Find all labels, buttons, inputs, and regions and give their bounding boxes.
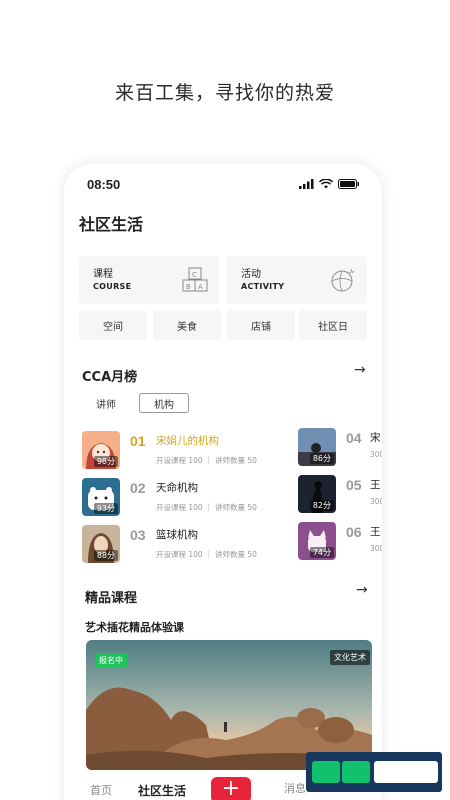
- score-badge: 88分: [93, 550, 118, 561]
- avatar: 88分: [82, 525, 120, 563]
- rank-row[interactable]: 82分 05 王 300: [298, 475, 382, 513]
- phone-frame: 08:50 社区生活 课程 COURSE C B A 活动 ACTIVITY 空…: [64, 164, 382, 800]
- monthly-more-arrow-icon[interactable]: →: [354, 362, 366, 378]
- institution-meta: 300: [370, 497, 382, 506]
- rank-number: 06: [346, 524, 362, 540]
- rank-number: 02: [130, 480, 146, 496]
- rank-number: 05: [346, 477, 362, 493]
- space-card[interactable]: 空间: [79, 310, 147, 340]
- rank-row[interactable]: 88分 03 篮球机构 开设课程 100 ｜ 讲师数量 50: [82, 525, 282, 563]
- institution-name: 天命机构: [156, 482, 198, 494]
- wifi-icon: [319, 179, 333, 189]
- tab-home[interactable]: 首页: [90, 782, 112, 798]
- avatar: 82分: [298, 475, 336, 513]
- score-badge: 74分: [309, 547, 334, 558]
- activity-card-label: 活动: [241, 269, 261, 280]
- activity-card-en: ACTIVITY: [241, 282, 285, 291]
- score-badge: 86分: [309, 453, 334, 464]
- tab-lecturer[interactable]: 讲师: [82, 393, 130, 413]
- rank-number: 03: [130, 527, 146, 543]
- tagline: 来百工集，寻找你的热爱: [114, 82, 335, 104]
- institution-name: 篮球机构: [156, 529, 198, 541]
- activity-card[interactable]: 活动 ACTIVITY: [227, 256, 367, 304]
- toy-blocks-icon: C B A: [182, 267, 208, 292]
- watermark-logo: [306, 752, 442, 792]
- rank-row[interactable]: 98分 01 宋娟儿的机构 开设课程 100 ｜ 讲师数量 50: [82, 431, 282, 469]
- rank-row[interactable]: 74分 06 王 300: [298, 522, 382, 560]
- course-title[interactable]: 艺术插花精品体验课: [85, 619, 184, 635]
- ball-icon: [331, 268, 355, 292]
- monthly-title: CCA月榜: [82, 370, 138, 385]
- add-button[interactable]: +: [211, 777, 251, 800]
- tab-institution[interactable]: 机构: [139, 393, 189, 413]
- institution-name: 王: [370, 526, 381, 538]
- svg-text:B: B: [186, 283, 191, 291]
- avatar: 86分: [298, 428, 336, 466]
- institution-meta: 300: [370, 544, 382, 553]
- featured-more-arrow-icon[interactable]: →: [356, 582, 368, 598]
- score-badge: 82分: [309, 500, 334, 511]
- featured-title: 精品课程: [85, 591, 138, 606]
- institution-meta: 开设课程 100 ｜ 讲师数量 50: [156, 550, 257, 559]
- signal-icon: [299, 179, 314, 189]
- avatar: 98分: [82, 431, 120, 469]
- status-icons: [299, 179, 360, 189]
- tab-community[interactable]: 社区生活: [138, 782, 186, 799]
- score-badge: 93分: [93, 503, 118, 514]
- svg-text:C: C: [192, 271, 197, 279]
- community-day-card[interactable]: 社区日: [299, 310, 367, 340]
- course-card-label: 课程: [93, 269, 113, 280]
- score-badge: 98分: [93, 456, 118, 467]
- institution-meta: 300: [370, 450, 382, 459]
- svg-text:A: A: [198, 283, 203, 291]
- institution-name: 宋: [370, 432, 381, 444]
- rank-number: 01: [130, 433, 146, 449]
- page-title: 社区生活: [79, 215, 144, 234]
- tab-messages[interactable]: 消息: [284, 780, 306, 796]
- avatar: 74分: [298, 522, 336, 560]
- shop-card[interactable]: 店铺: [227, 310, 295, 340]
- rank-row[interactable]: 86分 04 宋 300: [298, 428, 382, 466]
- status-badge: 报名中: [95, 653, 127, 668]
- institution-meta: 开设课程 100 ｜ 讲师数量 50: [156, 503, 257, 512]
- rank-row[interactable]: 93分 02 天命机构 开设课程 100 ｜ 讲师数量 50: [82, 478, 282, 516]
- course-card[interactable]: 课程 COURSE C B A: [79, 256, 219, 304]
- course-card-en: COURSE: [93, 282, 132, 291]
- food-card[interactable]: 美食: [153, 310, 221, 340]
- battery-icon: [338, 179, 359, 189]
- status-time: 08:50: [87, 176, 121, 192]
- category-badge: 文化艺术: [330, 650, 370, 665]
- status-bar: 08:50: [87, 174, 360, 194]
- avatar: 93分: [82, 478, 120, 516]
- institution-meta: 开设课程 100 ｜ 讲师数量 50: [156, 456, 257, 465]
- institution-name: 王: [370, 479, 381, 491]
- institution-name: 宋娟儿的机构: [156, 435, 219, 447]
- rank-number: 04: [346, 430, 362, 446]
